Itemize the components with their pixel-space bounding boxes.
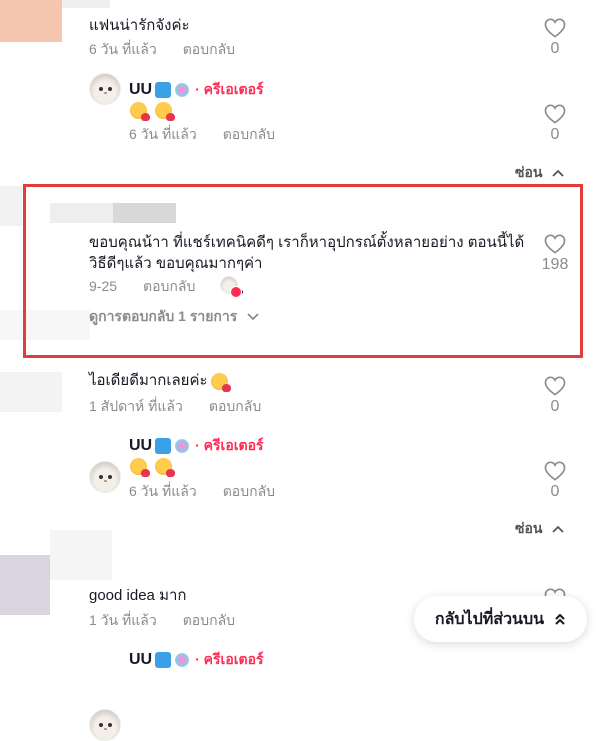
avatar-blurred[interactable] — [0, 0, 62, 42]
like-count: 0 — [550, 126, 560, 143]
reply-emoji-row — [130, 458, 176, 478]
reply-button[interactable]: ตอบกลับ — [223, 483, 275, 499]
comment-meta: 1 วัน ที่แล้ว ตอบกลับ — [89, 610, 235, 632]
like-count: 0 — [550, 40, 560, 57]
shopping-bag-icon — [155, 652, 172, 668]
reply-emoji-row — [130, 102, 176, 122]
reply-button[interactable]: ตอบกลับ — [209, 398, 261, 414]
lollipop-icon — [175, 653, 190, 667]
hide-label: ซ่อน — [515, 520, 543, 536]
back-to-top-label: กลับไปที่ส่วนบน — [434, 610, 545, 628]
shopping-bag-icon — [155, 82, 172, 98]
comment-text: good idea มาก — [89, 587, 187, 604]
chevron-up-icon — [552, 170, 565, 177]
double-chevron-up-icon — [555, 613, 565, 625]
like-button[interactable]: 0 — [535, 461, 575, 501]
hide-replies-button[interactable]: ซ่อน — [515, 162, 565, 184]
reply-time: 6 วัน ที่แล้ว — [129, 126, 197, 142]
comment-text: แฟนน่ารักจังค่ะ — [89, 17, 190, 34]
blushing-face-icon — [155, 458, 175, 478]
blushing-face-icon — [210, 372, 231, 392]
like-count: 0 — [550, 483, 560, 500]
reply-meta: 6 วัน ที่แล้ว ตอบกลับ — [129, 124, 275, 146]
highlight-box — [23, 184, 583, 358]
reply-username-row: UU · ครีเอเตอร์ — [129, 435, 264, 457]
lollipop-icon — [175, 83, 190, 97]
reply-button[interactable]: ตอบกลับ — [183, 41, 235, 57]
comment-time: 6 วัน ที่แล้ว — [89, 41, 157, 57]
blushing-face-icon — [130, 102, 150, 122]
like-button[interactable]: 0 — [535, 376, 575, 416]
comment-text: ไอเดียดีมากเลยค่ะ — [89, 370, 232, 392]
avatar-blurred[interactable] — [0, 186, 22, 226]
blushing-face-icon — [155, 102, 175, 122]
reply-meta: 6 วัน ที่แล้ว ตอบกลับ — [129, 481, 275, 503]
creator-label: · ครีเอเตอร์ — [195, 81, 264, 97]
back-to-top-button[interactable]: กลับไปที่ส่วนบน — [414, 596, 587, 642]
like-button[interactable]: 0 — [535, 104, 575, 144]
reply-button[interactable]: ตอบกลับ — [223, 126, 275, 142]
avatar-blurred[interactable] — [0, 555, 50, 615]
creator-label: · ครีเอเตอร์ — [195, 437, 264, 453]
heart-icon — [544, 104, 566, 124]
chevron-up-icon — [552, 526, 565, 533]
like-button[interactable]: 0 — [535, 18, 575, 58]
reply-username-row: UU · ครีเอเตอร์ — [129, 79, 264, 101]
avatar[interactable] — [89, 461, 121, 493]
hide-label: ซ่อน — [515, 164, 543, 180]
reply-time: 6 วัน ที่แล้ว — [129, 483, 197, 499]
comment-time: 1 วัน ที่แล้ว — [89, 612, 157, 628]
blushing-face-icon — [130, 458, 150, 478]
username[interactable]: UU — [129, 81, 152, 99]
avatar-blurred-part — [50, 530, 112, 580]
username-blurred[interactable] — [62, 0, 110, 8]
avatar[interactable] — [89, 73, 121, 105]
comment-time: 1 สัปดาห์ ที่แล้ว — [89, 398, 183, 414]
comment-meta: 1 สัปดาห์ ที่แล้ว ตอบกลับ — [89, 396, 261, 418]
shopping-bag-icon — [155, 438, 172, 454]
comment-text-content: ไอเดียดีมากเลยค่ะ — [89, 372, 208, 389]
heart-icon — [544, 376, 566, 396]
creator-label: · ครีเอเตอร์ — [195, 651, 264, 667]
avatar-blurred[interactable] — [0, 372, 62, 412]
avatar[interactable] — [89, 709, 121, 741]
reply-username-row: UU · ครีเอเตอร์ — [129, 649, 264, 671]
reply-button[interactable]: ตอบกลับ — [183, 612, 235, 628]
heart-icon — [544, 18, 566, 38]
lollipop-icon — [175, 439, 190, 453]
hide-replies-button[interactable]: ซ่อน — [515, 518, 565, 540]
comment-meta: 6 วัน ที่แล้ว ตอบกลับ — [89, 39, 235, 61]
username[interactable]: UU — [129, 437, 152, 455]
heart-icon — [544, 461, 566, 481]
like-count: 0 — [550, 398, 560, 415]
username[interactable]: UU — [129, 651, 152, 669]
